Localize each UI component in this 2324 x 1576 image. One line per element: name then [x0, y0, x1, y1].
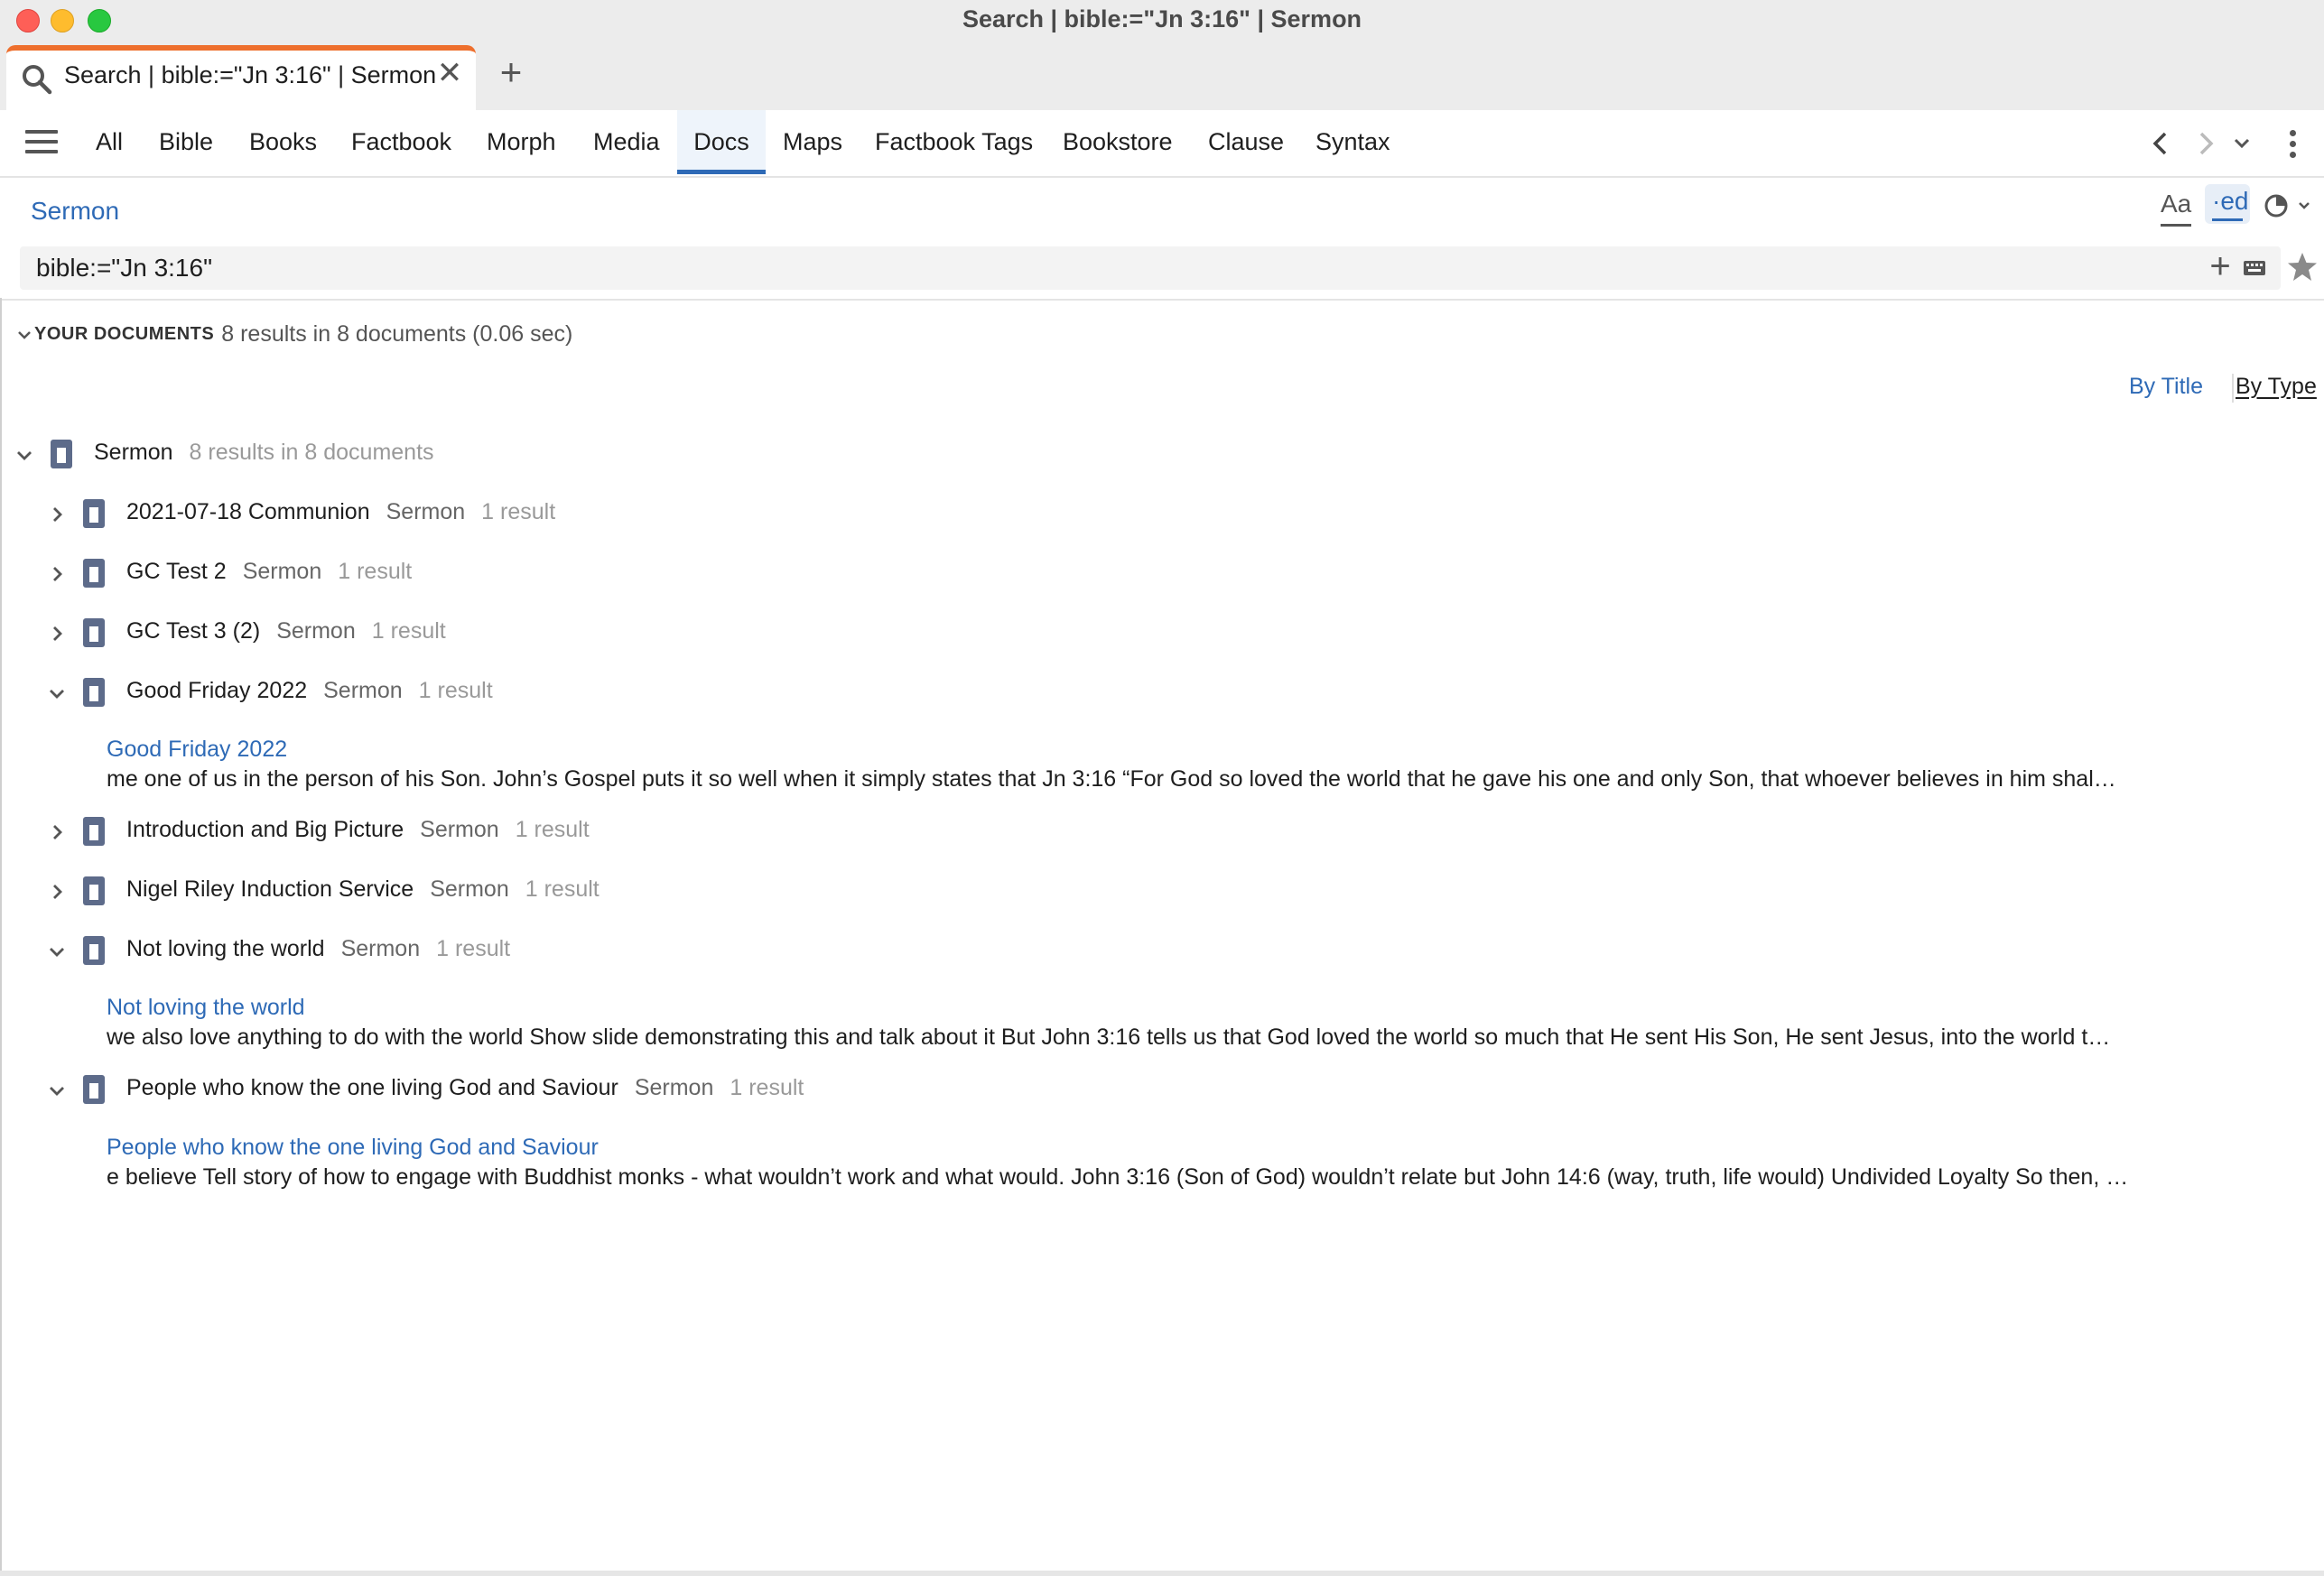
document-icon	[83, 876, 105, 905]
back-icon[interactable]	[2147, 128, 2174, 159]
document-icon	[83, 678, 105, 707]
more-options-icon[interactable]	[2290, 130, 2297, 159]
snippet-title-link[interactable]: Good Friday 2022	[107, 737, 287, 763]
doc-title: Introduction and Big Picture Sermon 1 resu…	[126, 817, 590, 842]
document-icon	[51, 440, 72, 468]
close-tab-icon[interactable]: ✕	[436, 58, 463, 88]
doc-title: Nigel Riley Induction Service Sermon 1 res…	[126, 876, 600, 902]
breadcrumb-sermon[interactable]: Sermon	[31, 197, 119, 226]
search-query[interactable]: bible:="Jn 3:16"	[36, 254, 212, 283]
group-title: Sermon 8 results in 8 documents	[94, 440, 434, 465]
results-summary: 8 results in 8 documents (0.06 sec)	[221, 321, 573, 347]
chevron-down-icon[interactable]	[47, 683, 67, 703]
chevron-down-icon[interactable]	[47, 1080, 67, 1100]
doc-count: 1 result	[338, 559, 413, 584]
snippet-text[interactable]: we also love anything to do with the wor…	[107, 1024, 2110, 1051]
doc-title: 2021-07-18 Communion Sermon 1 result	[126, 499, 556, 524]
sort-by-type-link[interactable]: By Type	[2236, 374, 2317, 400]
nav-tab-docs[interactable]: Docs	[677, 110, 766, 174]
chevron-right-icon[interactable]	[47, 822, 67, 842]
chevron-right-icon[interactable]	[47, 564, 67, 584]
chevron-down-icon	[18, 330, 31, 339]
doc-count: 1 result	[371, 618, 446, 644]
doc-type: Sermon	[386, 499, 466, 524]
nav-tab-factbook[interactable]: Factbook	[351, 110, 451, 174]
favorite-star-icon[interactable]	[2286, 251, 2319, 283]
sort-divider	[2232, 374, 2234, 403]
window-title: Search | bible:="Jn 3:16" | Sermon	[962, 5, 1362, 32]
doc-type: Sermon	[340, 936, 421, 961]
doc-type: Sermon	[242, 559, 322, 584]
chevron-down-icon[interactable]	[47, 941, 67, 961]
doc-count: 1 result	[515, 817, 590, 842]
search-icon	[23, 65, 52, 95]
doc-type: Sermon	[276, 618, 356, 644]
doc-title: People who know the one living God and S…	[126, 1075, 804, 1100]
chevron-right-icon[interactable]	[47, 882, 67, 902]
add-term-icon[interactable]: +	[2205, 248, 2236, 284]
group-summary: 8 results in 8 documents	[189, 440, 434, 465]
highlight-label: ·ed	[2212, 184, 2248, 221]
search-input[interactable]: bible:="Jn 3:16" +	[20, 246, 2281, 290]
nav-tab-bible[interactable]: Bible	[159, 110, 213, 174]
divider	[0, 299, 2324, 301]
title-bar: Search | bible:="Jn 3:16" | Sermon	[0, 0, 2324, 38]
sort-by-title-link[interactable]: By Title	[2129, 374, 2203, 400]
nav-tab-clause[interactable]: Clause	[1208, 110, 1284, 174]
doc-count: 1 result	[481, 499, 556, 524]
window-bottom-edge	[0, 1571, 2324, 1576]
doc-title: GC Test 2 Sermon 1 result	[126, 559, 413, 584]
doc-type: Sermon	[430, 876, 509, 902]
nav-tab-syntax[interactable]: Syntax	[1315, 110, 1390, 174]
doc-count: 1 result	[730, 1075, 804, 1100]
snippet-text[interactable]: me one of us in the person of his Son. J…	[107, 766, 2116, 793]
your-documents-header[interactable]: YOUR DOCUMENTS 8 results in 8 documents (…	[16, 321, 572, 348]
nav-tab-books[interactable]: Books	[249, 110, 317, 174]
font-size-button[interactable]: Aa	[2161, 188, 2191, 227]
keyboard-icon[interactable]	[2243, 259, 2266, 277]
snippet-title-link[interactable]: Not loving the world	[107, 995, 305, 1021]
new-tab-button[interactable]: +	[495, 53, 527, 91]
document-icon	[83, 1075, 105, 1104]
nav-tab-bookstore[interactable]: Bookstore	[1063, 110, 1173, 174]
nav-tab-all[interactable]: All	[96, 110, 123, 174]
visual-filter-icon[interactable]	[2262, 188, 2316, 224]
doc-type: Sermon	[420, 817, 499, 842]
resource-nav-bar: All Bible Books Factbook Morph Media Doc…	[0, 110, 2324, 178]
tab-title: Search | bible:="Jn 3:16" | Sermon	[64, 61, 437, 88]
document-icon	[83, 936, 105, 965]
document-icon	[83, 559, 105, 588]
document-icon	[83, 499, 105, 528]
panel-edge	[0, 298, 2, 1576]
document-icon	[83, 618, 105, 647]
tab-search[interactable]: Search | bible:="Jn 3:16" | Sermon ✕	[6, 45, 476, 110]
doc-title: GC Test 3 (2) Sermon 1 result	[126, 618, 446, 644]
nav-tab-maps[interactable]: Maps	[783, 110, 842, 174]
doc-type: Sermon	[323, 678, 403, 703]
document-icon	[83, 817, 105, 846]
section-label: YOUR DOCUMENTS	[34, 324, 215, 344]
chevron-right-icon[interactable]	[47, 624, 67, 644]
doc-count: 1 result	[525, 876, 600, 902]
doc-title: Not loving the world Sermon 1 result	[126, 936, 511, 961]
highlight-toggle-button[interactable]: ·ed	[2205, 184, 2250, 224]
nav-tab-media[interactable]: Media	[593, 110, 660, 174]
chevron-right-icon[interactable]	[47, 505, 67, 524]
snippet-text[interactable]: e believe Tell story of how to engage wi…	[107, 1164, 2128, 1191]
chevron-down-icon[interactable]	[14, 445, 34, 465]
forward-icon[interactable]	[2192, 128, 2219, 159]
doc-type: Sermon	[634, 1075, 714, 1100]
doc-count: 1 result	[418, 678, 493, 703]
nav-tab-morph[interactable]: Morph	[487, 110, 556, 174]
history-chevron-down-icon[interactable]	[2228, 128, 2255, 159]
doc-title: Good Friday 2022 Sermon 1 result	[126, 678, 493, 703]
nav-tab-factbook-tags[interactable]: Factbook Tags	[875, 110, 1033, 174]
snippet-title-link[interactable]: People who know the one living God and S…	[107, 1135, 599, 1161]
doc-count: 1 result	[436, 936, 511, 961]
menu-icon[interactable]	[25, 130, 58, 157]
tab-strip: Search | bible:="Jn 3:16" | Sermon ✕ +	[0, 38, 2324, 110]
